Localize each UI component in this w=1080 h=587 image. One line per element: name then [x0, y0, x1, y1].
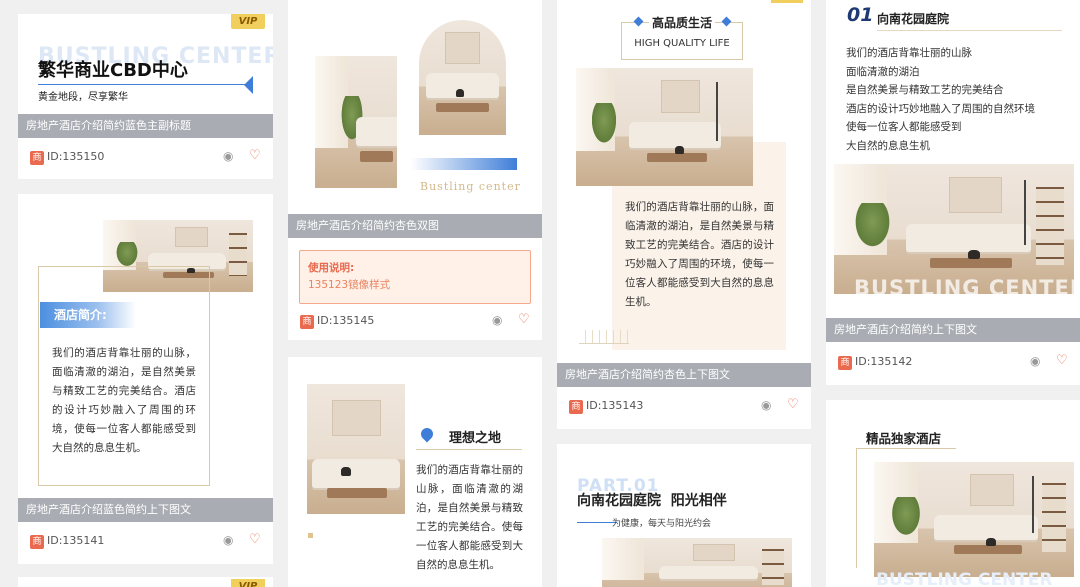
template-card-135143[interactable]: 高品质生活 HIGH QUALITY LIFE 我们的酒店背靠壮丽的山脉，面临清…	[557, 0, 811, 429]
template-caption: 房地产酒店介绍蓝色简约上下图文	[18, 498, 273, 522]
blue-triangle-icon	[244, 76, 253, 94]
card-subtitle: 黄金地段，尽享繁华	[38, 92, 128, 103]
text-line: 我们的酒店背靠壮丽的山脉	[846, 47, 972, 59]
template-card-135141[interactable]: 酒店简介: 我们的酒店背靠壮丽的山脉，面临清澈的湖泊，是自然美景与精致工艺的完美…	[18, 194, 273, 564]
brand-icon: 商	[569, 400, 583, 414]
usage-label: 使用说明:	[308, 262, 355, 274]
favorite-heart-icon[interactable]: ♡	[1056, 353, 1070, 368]
favorite-heart-icon[interactable]: ♡	[249, 148, 263, 163]
background-watermark-text: BUSTLING CENTER	[876, 570, 1053, 587]
card-meta: 商 ID:135150 ◉ ♡	[18, 138, 273, 178]
intro-paragraph: 我们的酒店背靠壮丽的山脉，面临清澈的湖泊，是自然美景与精致工艺的完美结合。酒店的…	[52, 347, 196, 454]
section-title: 向南花园庭院	[877, 12, 950, 26]
gradient-bar	[411, 158, 517, 170]
text-line: 大自然的息息生机	[846, 139, 930, 152]
room-photo	[307, 384, 405, 514]
section-title: 高品质生活	[649, 14, 716, 31]
room-photo	[834, 164, 1074, 294]
title-rule	[856, 448, 956, 449]
card-meta: 商 ID:135143 ◉ ♡	[557, 387, 811, 427]
template-id: ID:135142	[855, 355, 913, 368]
text-line: 使每一位客人都能感受到	[846, 121, 962, 133]
top-gold-tab	[771, 0, 803, 3]
template-card-next[interactable]: VIP	[18, 577, 273, 587]
brand-icon: 商	[300, 315, 314, 329]
title-underline	[416, 449, 522, 450]
brand-icon: 商	[30, 151, 44, 165]
section-tag: 酒店简介:	[40, 302, 136, 328]
favorite-heart-icon[interactable]: ♡	[787, 397, 801, 412]
template-id: ID:135141	[47, 534, 105, 547]
preview-eye-icon[interactable]: ◉	[761, 398, 777, 412]
section-subtitle: 为健康，每天与阳光约会	[612, 519, 712, 529]
intro-paragraph: 我们的酒店背靠壮丽的山脉，面临清澈的湖泊，是自然美景与精致工艺的完美结合。使每一…	[416, 464, 523, 571]
room-photo-left	[315, 56, 397, 188]
preview-eye-icon[interactable]: ◉	[1030, 354, 1046, 368]
template-caption: 房地产酒店介绍简约上下图文	[826, 318, 1080, 342]
section-title: 理想之地	[449, 431, 502, 446]
room-photo	[874, 462, 1074, 577]
location-pin-icon	[418, 425, 436, 443]
template-card-135150[interactable]: VIP BUSTLING CENTER 繁华商业CBD中心 黄金地段，尽享繁华 …	[18, 14, 273, 179]
room-photo-overlay	[576, 68, 753, 186]
template-caption: 房地产酒店介绍简约杏色双图	[288, 214, 542, 238]
intro-paragraph: 我们的酒店背靠壮丽的山脉，面临清澈的湖泊，是自然美景与精致工艺的完美结合。酒店的…	[625, 201, 774, 308]
text-lines: 我们的酒店背靠壮丽的山脉 面临清澈的湖泊 是自然美景与精致工艺的完美结合 酒店的…	[846, 44, 1035, 155]
favorite-heart-icon[interactable]: ♡	[249, 532, 263, 547]
small-gold-square	[308, 533, 313, 538]
brand-script-text: Bustling center	[420, 180, 521, 193]
usage-value: 135123镜像样式	[308, 279, 391, 291]
title-rule	[877, 30, 1062, 31]
template-card-135145[interactable]: Bustling center 房地产酒店介绍简约杏色双图 使用说明: 1351…	[288, 0, 542, 340]
vip-badge: VIP	[231, 14, 265, 29]
template-card-135142[interactable]: 01 向南花园庭院 我们的酒店背靠壮丽的山脉 面临清澈的湖泊 是自然美景与精致工…	[826, 0, 1080, 385]
template-id: ID:135145	[317, 314, 375, 327]
card-meta: 商 ID:135141 ◉ ♡	[18, 522, 273, 562]
text-line: 面临清澈的湖泊	[846, 65, 920, 78]
vip-badge: VIP	[231, 579, 265, 587]
section-title: 精品独家酒店	[866, 431, 942, 446]
background-watermark-text: BUSTLING CENTER	[854, 276, 1080, 300]
template-card-boutique[interactable]: 精品独家酒店 BUSTLING CENTER	[826, 400, 1080, 587]
preview-eye-icon[interactable]: ◉	[223, 533, 239, 547]
card-title: 繁华商业CBD中心	[38, 60, 188, 81]
room-photo-arched	[419, 20, 506, 135]
favorite-heart-icon[interactable]: ♡	[518, 312, 532, 327]
skyline-sketch	[579, 330, 629, 344]
usage-note-box: 使用说明: 135123镜像样式	[299, 250, 531, 304]
text-line: 酒店的设计巧妙地融入了周围的自然环境	[846, 102, 1035, 115]
text-line: 是自然美景与精致工艺的完美结合	[846, 84, 1004, 96]
brand-icon: 商	[30, 535, 44, 549]
preview-eye-icon[interactable]: ◉	[492, 313, 508, 327]
room-photo	[602, 538, 792, 587]
template-card-part-01[interactable]: PART.01 向南花园庭院 阳光相伴 为健康，每天与阳光约会	[557, 444, 811, 587]
template-card-ideal-place[interactable]: 理想之地 我们的酒店背靠壮丽的山脉，面临清澈的湖泊，是自然美景与精致工艺的完美结…	[288, 357, 542, 587]
template-id: ID:135143	[586, 399, 644, 412]
template-caption: 房地产酒店介绍简约杏色上下图文	[557, 363, 811, 387]
section-title: 向南花园庭院 阳光相伴	[577, 493, 727, 509]
section-number: 01	[847, 4, 874, 26]
section-subtitle: HIGH QUALITY LIFE	[634, 38, 730, 49]
vertical-rule	[856, 448, 857, 568]
subtitle-rule	[577, 522, 617, 523]
preview-eye-icon[interactable]: ◉	[223, 149, 239, 163]
template-caption: 房地产酒店介绍简约蓝色主副标题	[18, 114, 273, 138]
title-underline	[38, 84, 253, 85]
template-id: ID:135150	[47, 150, 105, 163]
card-meta: 商 ID:135142 ◉ ♡	[826, 343, 1080, 383]
brand-icon: 商	[838, 356, 852, 370]
card-meta: 商 ID:135145 ◉ ♡	[288, 302, 542, 340]
